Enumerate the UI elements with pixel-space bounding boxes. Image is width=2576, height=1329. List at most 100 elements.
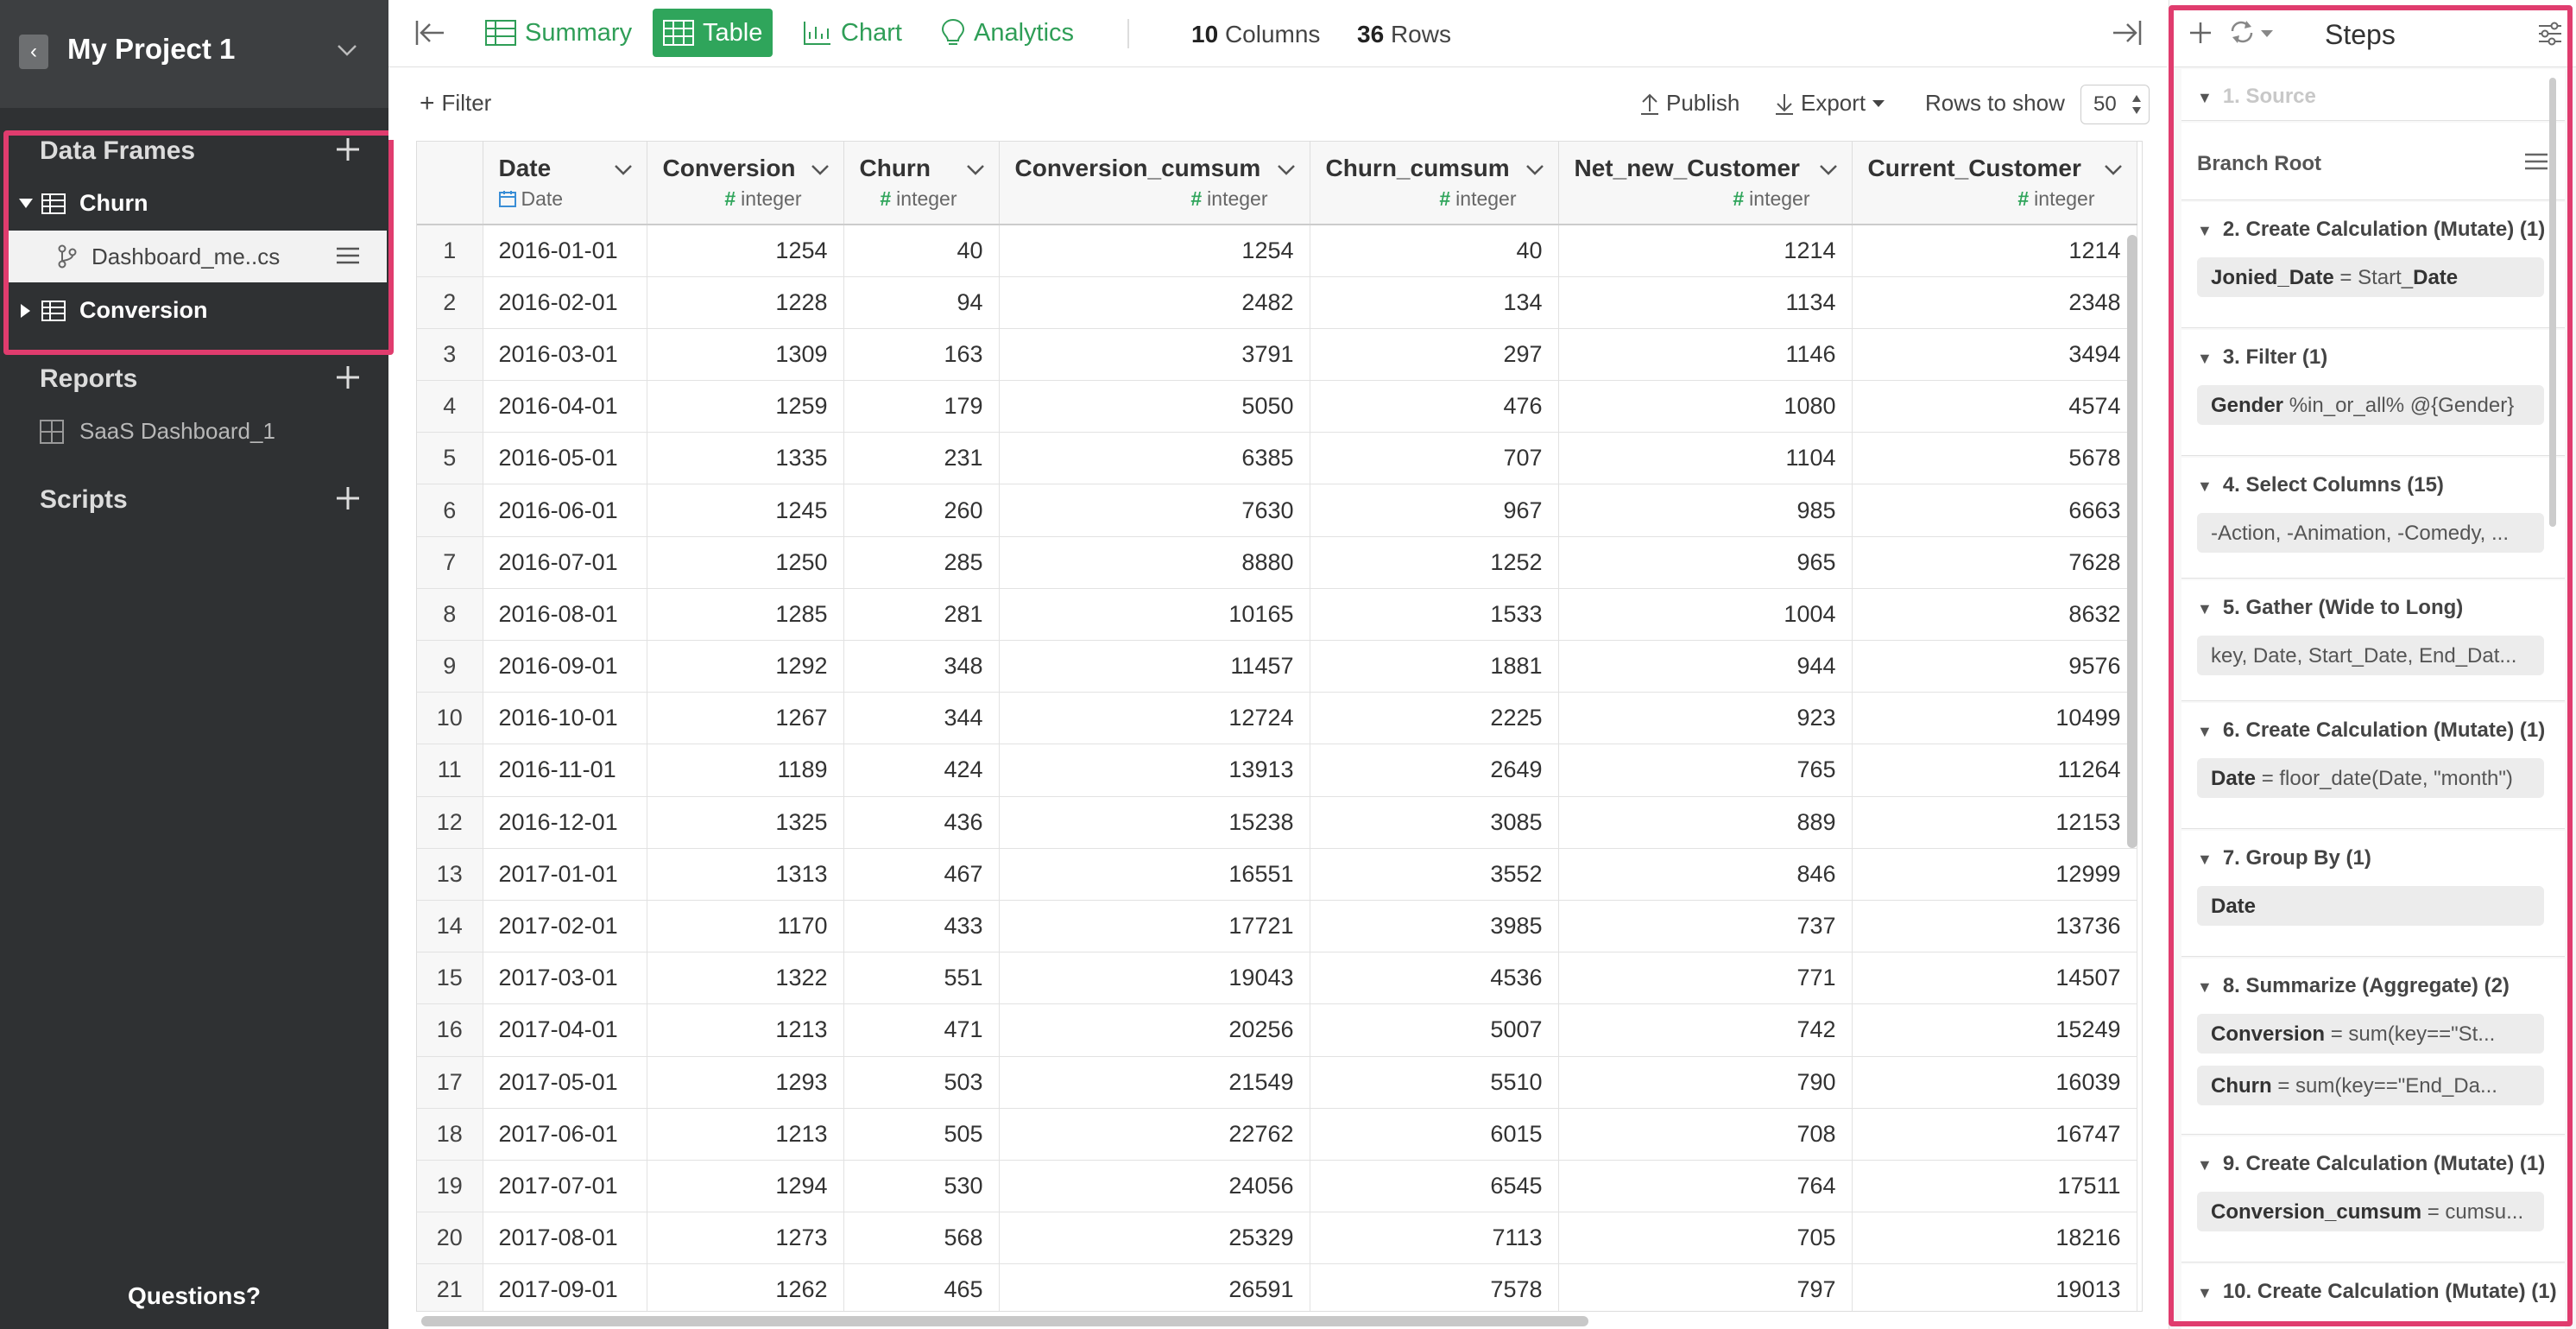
add-script-icon[interactable]: [335, 485, 361, 511]
step-detail-chip[interactable]: Jonied_Date = Start_Date: [2197, 257, 2544, 297]
table-row[interactable]: 6 2016-06-01 1245 260 7630 967 985 6663: [417, 484, 2137, 537]
publish-button[interactable]: Publish: [1640, 90, 1739, 117]
column-menu-chevron-icon[interactable]: [811, 164, 830, 176]
step-item[interactable]: ▼ 7. Group By (1) Date: [2181, 831, 2565, 957]
menu-icon[interactable]: [2525, 152, 2548, 171]
steps-scrollbar[interactable]: [2549, 78, 2556, 527]
table-row[interactable]: 19 2017-07-01 1294 530 24056 6545 764 17511: [417, 1160, 2137, 1213]
step-detail-chip[interactable]: Churn = sum(key=="End_Da...: [2197, 1066, 2544, 1105]
table-row[interactable]: 16 2017-04-01 1213 471 20256 5007 742 15249: [417, 1003, 2137, 1057]
table-row[interactable]: 15 2017-03-01 1322 551 19043 4536 771 14507: [417, 952, 2137, 1005]
table-row[interactable]: 8 2016-08-01 1285 281 10165 1533 1004 8632: [417, 588, 2137, 642]
tab-summary[interactable]: Summary: [475, 9, 642, 57]
column-menu-chevron-icon[interactable]: [966, 164, 985, 176]
table-row[interactable]: 3 2016-03-01 1309 163 3791 297 1146 3494: [417, 328, 2137, 382]
caret-down-icon[interactable]: [2261, 29, 2273, 38]
settings-sliders-icon[interactable]: [2537, 21, 2563, 47]
tab-table[interactable]: Table: [653, 9, 773, 57]
step-detail-chip[interactable]: key, Date, Start_Date, End_Dat...: [2197, 636, 2544, 675]
step-item[interactable]: ▼ 10. Create Calculation (Mutate) (1): [2181, 1264, 2565, 1329]
step-item[interactable]: ▼ 8. Summarize (Aggregate) (2) Conversion …: [2181, 959, 2565, 1135]
step-item[interactable]: ▼ 4. Select Columns (15) -Action, -Animati…: [2181, 458, 2565, 579]
chart-icon: [804, 22, 830, 45]
column-header[interactable]: Conversion # integer: [647, 142, 844, 225]
rows-to-show-select[interactable]: 50: [2080, 85, 2150, 124]
table-cell: 2225: [1310, 692, 1559, 745]
project-title[interactable]: My Project 1: [67, 33, 235, 66]
data-frame-conversion[interactable]: Conversion: [7, 285, 387, 337]
caret-down-icon[interactable]: ▼: [2197, 350, 2213, 368]
caret-down-icon[interactable]: ▼: [2197, 1284, 2213, 1302]
caret-down-icon[interactable]: ▼: [2197, 1156, 2213, 1174]
table-row[interactable]: 9 2016-09-01 1292 348 11457 1881 944 9576: [417, 640, 2137, 693]
table-icon: [41, 301, 66, 321]
column-menu-chevron-icon[interactable]: [2104, 164, 2123, 176]
table-row[interactable]: 17 2017-05-01 1293 503 21549 5510 790 16039: [417, 1056, 2137, 1109]
column-header[interactable]: Churn_cumsum # integer: [1310, 142, 1559, 225]
column-menu-chevron-icon[interactable]: [1819, 164, 1838, 176]
step-item[interactable]: ▼ 2. Create Calculation (Mutate) (1) Jonie…: [2181, 202, 2565, 328]
column-header[interactable]: Churn # integer: [843, 142, 1000, 225]
step-item[interactable]: ▼ 3. Filter (1) Gender %in_or_all% @{Gende…: [2181, 330, 2565, 456]
chevron-down-icon[interactable]: [335, 38, 359, 62]
filter-button[interactable]: + Filter: [420, 90, 491, 117]
step-detail-chip[interactable]: Date: [2197, 886, 2544, 926]
caret-down-icon[interactable]: ▼: [2197, 600, 2213, 618]
caret-right-icon[interactable]: [19, 304, 31, 318]
column-header[interactable]: Conversion_cumsum # integer: [999, 142, 1310, 225]
table-row[interactable]: 20 2017-08-01 1273 568 25329 7113 705 18216: [417, 1212, 2137, 1265]
back-button[interactable]: ‹: [19, 35, 48, 69]
step-detail-chip[interactable]: Date = floor_date(Date, "month"): [2197, 758, 2544, 798]
column-header[interactable]: Net_new_Customer # integer: [1558, 142, 1853, 225]
data-frame-churn[interactable]: Churn: [7, 178, 387, 230]
step-item[interactable]: ▼ 5. Gather (Wide to Long) key, Date, Star…: [2181, 580, 2565, 701]
step-source[interactable]: ▼ 1. Source: [2181, 69, 2565, 121]
add-report-icon[interactable]: [335, 364, 361, 390]
table-row[interactable]: 12 2016-12-01 1325 436 15238 3085 889 12153: [417, 796, 2137, 849]
tab-analytics[interactable]: Analytics: [931, 9, 1084, 57]
table-row[interactable]: 1 2016-01-01 1254 40 1254 40 1214 1214: [417, 225, 2137, 277]
caret-down-icon[interactable]: [19, 197, 33, 209]
column-menu-chevron-icon[interactable]: [1277, 164, 1296, 176]
collapse-right-icon[interactable]: [2112, 19, 2143, 47]
export-button[interactable]: Export: [1775, 90, 1885, 117]
column-header[interactable]: Current_Customer # integer: [1852, 142, 2137, 225]
step-branch-root[interactable]: Branch Root: [2181, 123, 2565, 200]
table-row[interactable]: 7 2016-07-01 1250 285 8880 1252 965 7628: [417, 536, 2137, 589]
tab-chart[interactable]: Chart: [792, 9, 912, 57]
table-row[interactable]: 4 2016-04-01 1259 179 5050 476 1080 4574: [417, 380, 2137, 434]
step-detail-chip[interactable]: -Action, -Animation, -Comedy, ...: [2197, 513, 2544, 553]
caret-down-icon[interactable]: ▼: [2197, 478, 2213, 496]
table-row[interactable]: 5 2016-05-01 1335 231 6385 707 1104 5678: [417, 432, 2137, 485]
caret-down-icon[interactable]: ▼: [2197, 978, 2213, 997]
add-step-icon[interactable]: [2188, 21, 2213, 45]
table-row[interactable]: 14 2017-02-01 1170 433 17721 3985 737 13736: [417, 900, 2137, 953]
table-row[interactable]: 11 2016-11-01 1189 424 13913 2649 765 11264: [417, 744, 2137, 797]
step-item[interactable]: ▼ 6. Create Calculation (Mutate) (1) Date …: [2181, 703, 2565, 829]
add-data-frame-icon[interactable]: [335, 136, 361, 162]
caret-down-icon[interactable]: ▼: [2197, 851, 2213, 869]
vertical-scrollbar[interactable]: [2127, 235, 2137, 848]
caret-down-icon[interactable]: ▼: [2197, 723, 2213, 741]
table-row[interactable]: 10 2016-10-01 1267 344 12724 2225 923 10499: [417, 692, 2137, 745]
step-detail-chip[interactable]: Conversion = sum(key=="St...: [2197, 1014, 2544, 1054]
step-detail-chip[interactable]: Gender %in_or_all% @{Gender}: [2197, 385, 2544, 425]
table-row[interactable]: 13 2017-01-01 1313 467 16551 3552 846 12999: [417, 848, 2137, 901]
refresh-icon[interactable]: [2228, 19, 2256, 45]
collapse-left-icon[interactable]: [414, 19, 445, 47]
table-row[interactable]: 18 2017-06-01 1213 505 22762 6015 708 16747: [417, 1108, 2137, 1161]
menu-icon[interactable]: [337, 246, 359, 265]
table-row[interactable]: 2 2016-02-01 1228 94 2482 134 1134 2348: [417, 276, 2137, 329]
step-detail-chip[interactable]: Conversion_cumsum = cumsu...: [2197, 1192, 2544, 1231]
column-menu-chevron-icon[interactable]: [1525, 164, 1544, 176]
table-cell: 1533: [1310, 588, 1559, 642]
column-header[interactable]: Date Date: [483, 142, 647, 225]
horizontal-scrollbar[interactable]: [421, 1316, 1588, 1326]
column-name: Conversion_cumsum: [1014, 155, 1261, 181]
caret-down-icon[interactable]: ▼: [2197, 222, 2213, 240]
step-item[interactable]: ▼ 9. Create Calculation (Mutate) (1) Conve…: [2181, 1136, 2565, 1263]
column-menu-chevron-icon[interactable]: [614, 164, 633, 176]
branch-item[interactable]: Dashboard_me..cs: [7, 231, 387, 282]
questions-link[interactable]: Questions?: [0, 1282, 388, 1310]
table-row[interactable]: 21 2017-09-01 1262 465 26591 7578 797 19013: [417, 1263, 2137, 1311]
